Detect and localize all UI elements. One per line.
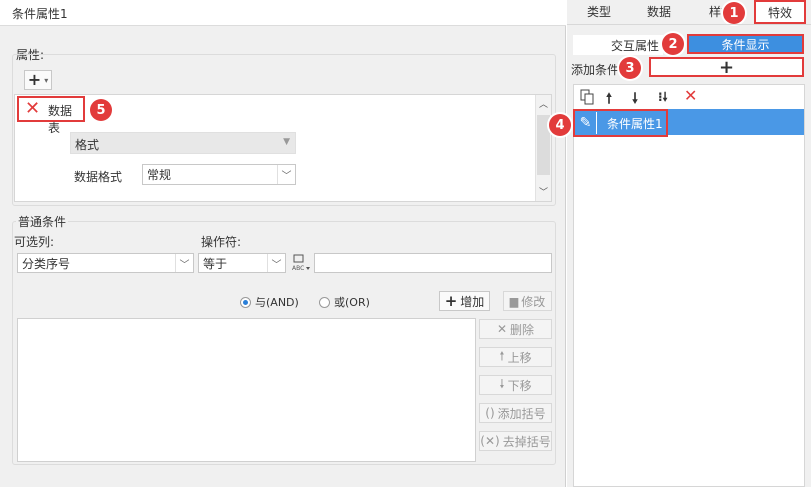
- scroll-up-icon[interactable]: ︿: [539, 97, 548, 110]
- modify-button[interactable]: ▆ 修改: [503, 291, 552, 311]
- move-up-button[interactable]: 🠕 上移: [479, 347, 552, 367]
- chevron-down-icon: ﹀: [277, 165, 295, 184]
- condition-list-panel: 🠕 🠗 ⁝🠗 ✕: [573, 84, 805, 487]
- tab-data[interactable]: 数据: [633, 0, 685, 23]
- radio-unselected-icon: [319, 296, 330, 308]
- callout-badge-5: 5: [90, 99, 112, 121]
- data-format-value: 常规: [147, 168, 172, 182]
- formula-icon[interactable]: ABC: [291, 253, 311, 273]
- or-label: 或(OR): [334, 296, 370, 309]
- edit-icon: ▆: [509, 294, 519, 308]
- data-table-item[interactable]: ✕ 数据表: [17, 96, 85, 135]
- format-select[interactable]: 格式 ▼: [70, 132, 296, 154]
- callout-badge-1: 1: [723, 2, 745, 24]
- remove-bracket-button[interactable]: (✕) 去掉括号: [479, 431, 552, 451]
- edit-pencil-icon[interactable]: ✎: [575, 112, 597, 134]
- callout-badge-2: 2: [662, 33, 684, 55]
- plus-icon: +: [444, 291, 458, 310]
- data-table-label: 数据表: [48, 104, 73, 135]
- callout-badge-4: 4: [549, 114, 571, 136]
- callout-badge-3: 3: [619, 57, 641, 79]
- arrow-down-icon: 🠗: [499, 376, 505, 391]
- condition-property-panel: 条件属性1 属性: + ▾ ︿ ﹀ ✕ 数据表 5 格式 ▼ 数据格式 常规 ﹀…: [0, 0, 566, 487]
- column-label: 可选列:: [14, 235, 55, 249]
- tab-divider: [567, 24, 811, 25]
- delete-icon[interactable]: ✕: [25, 99, 40, 119]
- list-item-label: 条件属性1: [607, 116, 663, 131]
- condition-list[interactable]: [17, 318, 476, 462]
- copy-icon[interactable]: [580, 89, 596, 105]
- data-format-select[interactable]: 常规 ﹀: [142, 164, 296, 185]
- add-attribute-button[interactable]: + ▾: [24, 70, 52, 90]
- panel-title: 条件属性1: [0, 0, 566, 26]
- conditions-label: 普通条件: [16, 213, 69, 230]
- scroll-down-icon[interactable]: ﹀: [539, 185, 548, 198]
- operator-label: 操作符:: [201, 235, 242, 249]
- scrollbar[interactable]: ︿ ﹀: [535, 95, 551, 201]
- condition-property-item[interactable]: ✎ 条件属性1: [573, 109, 668, 137]
- and-radio[interactable]: 与(AND): [240, 294, 299, 310]
- bracket-icon: (): [485, 406, 495, 420]
- add-condition-label: 添加条件: [571, 63, 620, 77]
- condition-display-tab[interactable]: 条件显示: [687, 34, 804, 54]
- delete-icon[interactable]: ✕: [684, 86, 697, 105]
- chevron-down-icon: ▼: [283, 137, 290, 147]
- remove-bracket-icon: (✕): [480, 434, 500, 448]
- chevron-down-icon: ﹀: [267, 254, 285, 272]
- move-bottom-icon[interactable]: ⁝🠗: [658, 88, 668, 109]
- tab-type[interactable]: 类型: [573, 0, 625, 23]
- interaction-property-tab[interactable]: 交互属性: [573, 35, 663, 55]
- close-icon: ✕: [496, 322, 508, 336]
- condition-value-input[interactable]: [314, 253, 552, 273]
- svg-text:ABC: ABC: [292, 265, 304, 272]
- and-label: 与(AND): [255, 296, 299, 309]
- add-condition-button[interactable]: + 增加: [439, 291, 490, 311]
- operator-select[interactable]: 等于 ﹀: [198, 253, 286, 273]
- delete-button[interactable]: ✕ 删除: [479, 319, 552, 339]
- column-select[interactable]: 分类序号 ﹀: [17, 253, 194, 273]
- add-bracket-button[interactable]: () 添加括号: [479, 403, 552, 423]
- data-format-label: 数据格式: [74, 170, 123, 184]
- arrow-up-icon: 🠕: [499, 348, 505, 363]
- chevron-down-icon: ﹀: [175, 254, 193, 272]
- chevron-down-icon: ▾: [44, 75, 49, 85]
- or-radio[interactable]: 或(OR): [319, 294, 370, 310]
- move-down-button[interactable]: 🠗 下移: [479, 375, 552, 395]
- add-condition-button[interactable]: +: [649, 57, 804, 78]
- operator-value: 等于: [203, 256, 228, 271]
- column-value: 分类序号: [22, 256, 71, 271]
- format-label: 格式: [75, 138, 100, 152]
- properties-side-panel: 类型 数据 样式 特效 1 交互属性 2 条件显示 添加条件 3 + 🠕 🠗 ⁝…: [549, 0, 811, 487]
- radio-selected-icon: [240, 296, 251, 308]
- tab-effects[interactable]: 特效: [754, 0, 806, 24]
